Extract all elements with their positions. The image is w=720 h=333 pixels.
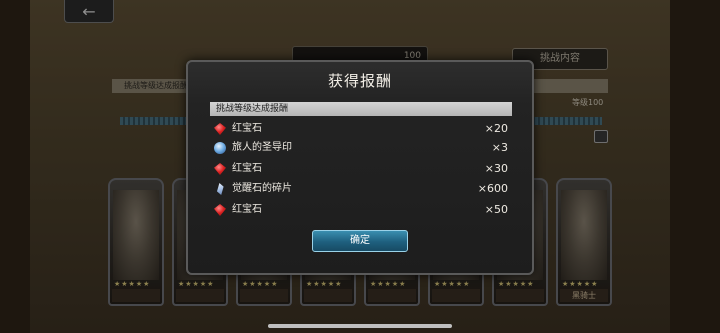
reward-row: 旅人的圣导印 ×3	[210, 139, 512, 157]
reward-quantity: ×30	[484, 162, 508, 175]
reward-row: 红宝石 ×30	[210, 160, 512, 178]
reward-dialog: 获得报酬 挑战等级达成报酬 红宝石 ×20 旅人的圣导印 ×3 红宝石 ×30 …	[186, 60, 534, 275]
reward-section-header: 挑战等级达成报酬	[210, 102, 512, 116]
reward-row: 觉醒石的碎片 ×600	[210, 180, 512, 198]
ruby-icon	[214, 123, 226, 135]
reward-name: 红宝石	[232, 163, 262, 174]
reward-name: 红宝石	[232, 123, 262, 134]
reward-quantity: ×3	[491, 141, 508, 154]
confirm-button[interactable]: 确定	[312, 230, 408, 252]
ruby-icon	[214, 204, 226, 216]
reward-name: 旅人的圣导印	[232, 142, 292, 153]
ruby-icon	[214, 163, 226, 175]
reward-quantity: ×20	[484, 122, 508, 135]
seal-icon	[214, 142, 226, 154]
reward-row: 红宝石 ×20	[210, 120, 512, 138]
dialog-title: 获得报酬	[327, 72, 392, 90]
reward-name: 红宝石	[232, 204, 262, 215]
reward-name: 觉醒石的碎片	[232, 183, 292, 194]
awakening-shard-icon	[217, 183, 224, 195]
reward-row: 红宝石 ×50	[210, 201, 512, 219]
reward-quantity: ×50	[484, 203, 508, 216]
home-indicator[interactable]	[268, 324, 452, 328]
reward-quantity: ×600	[477, 182, 508, 195]
